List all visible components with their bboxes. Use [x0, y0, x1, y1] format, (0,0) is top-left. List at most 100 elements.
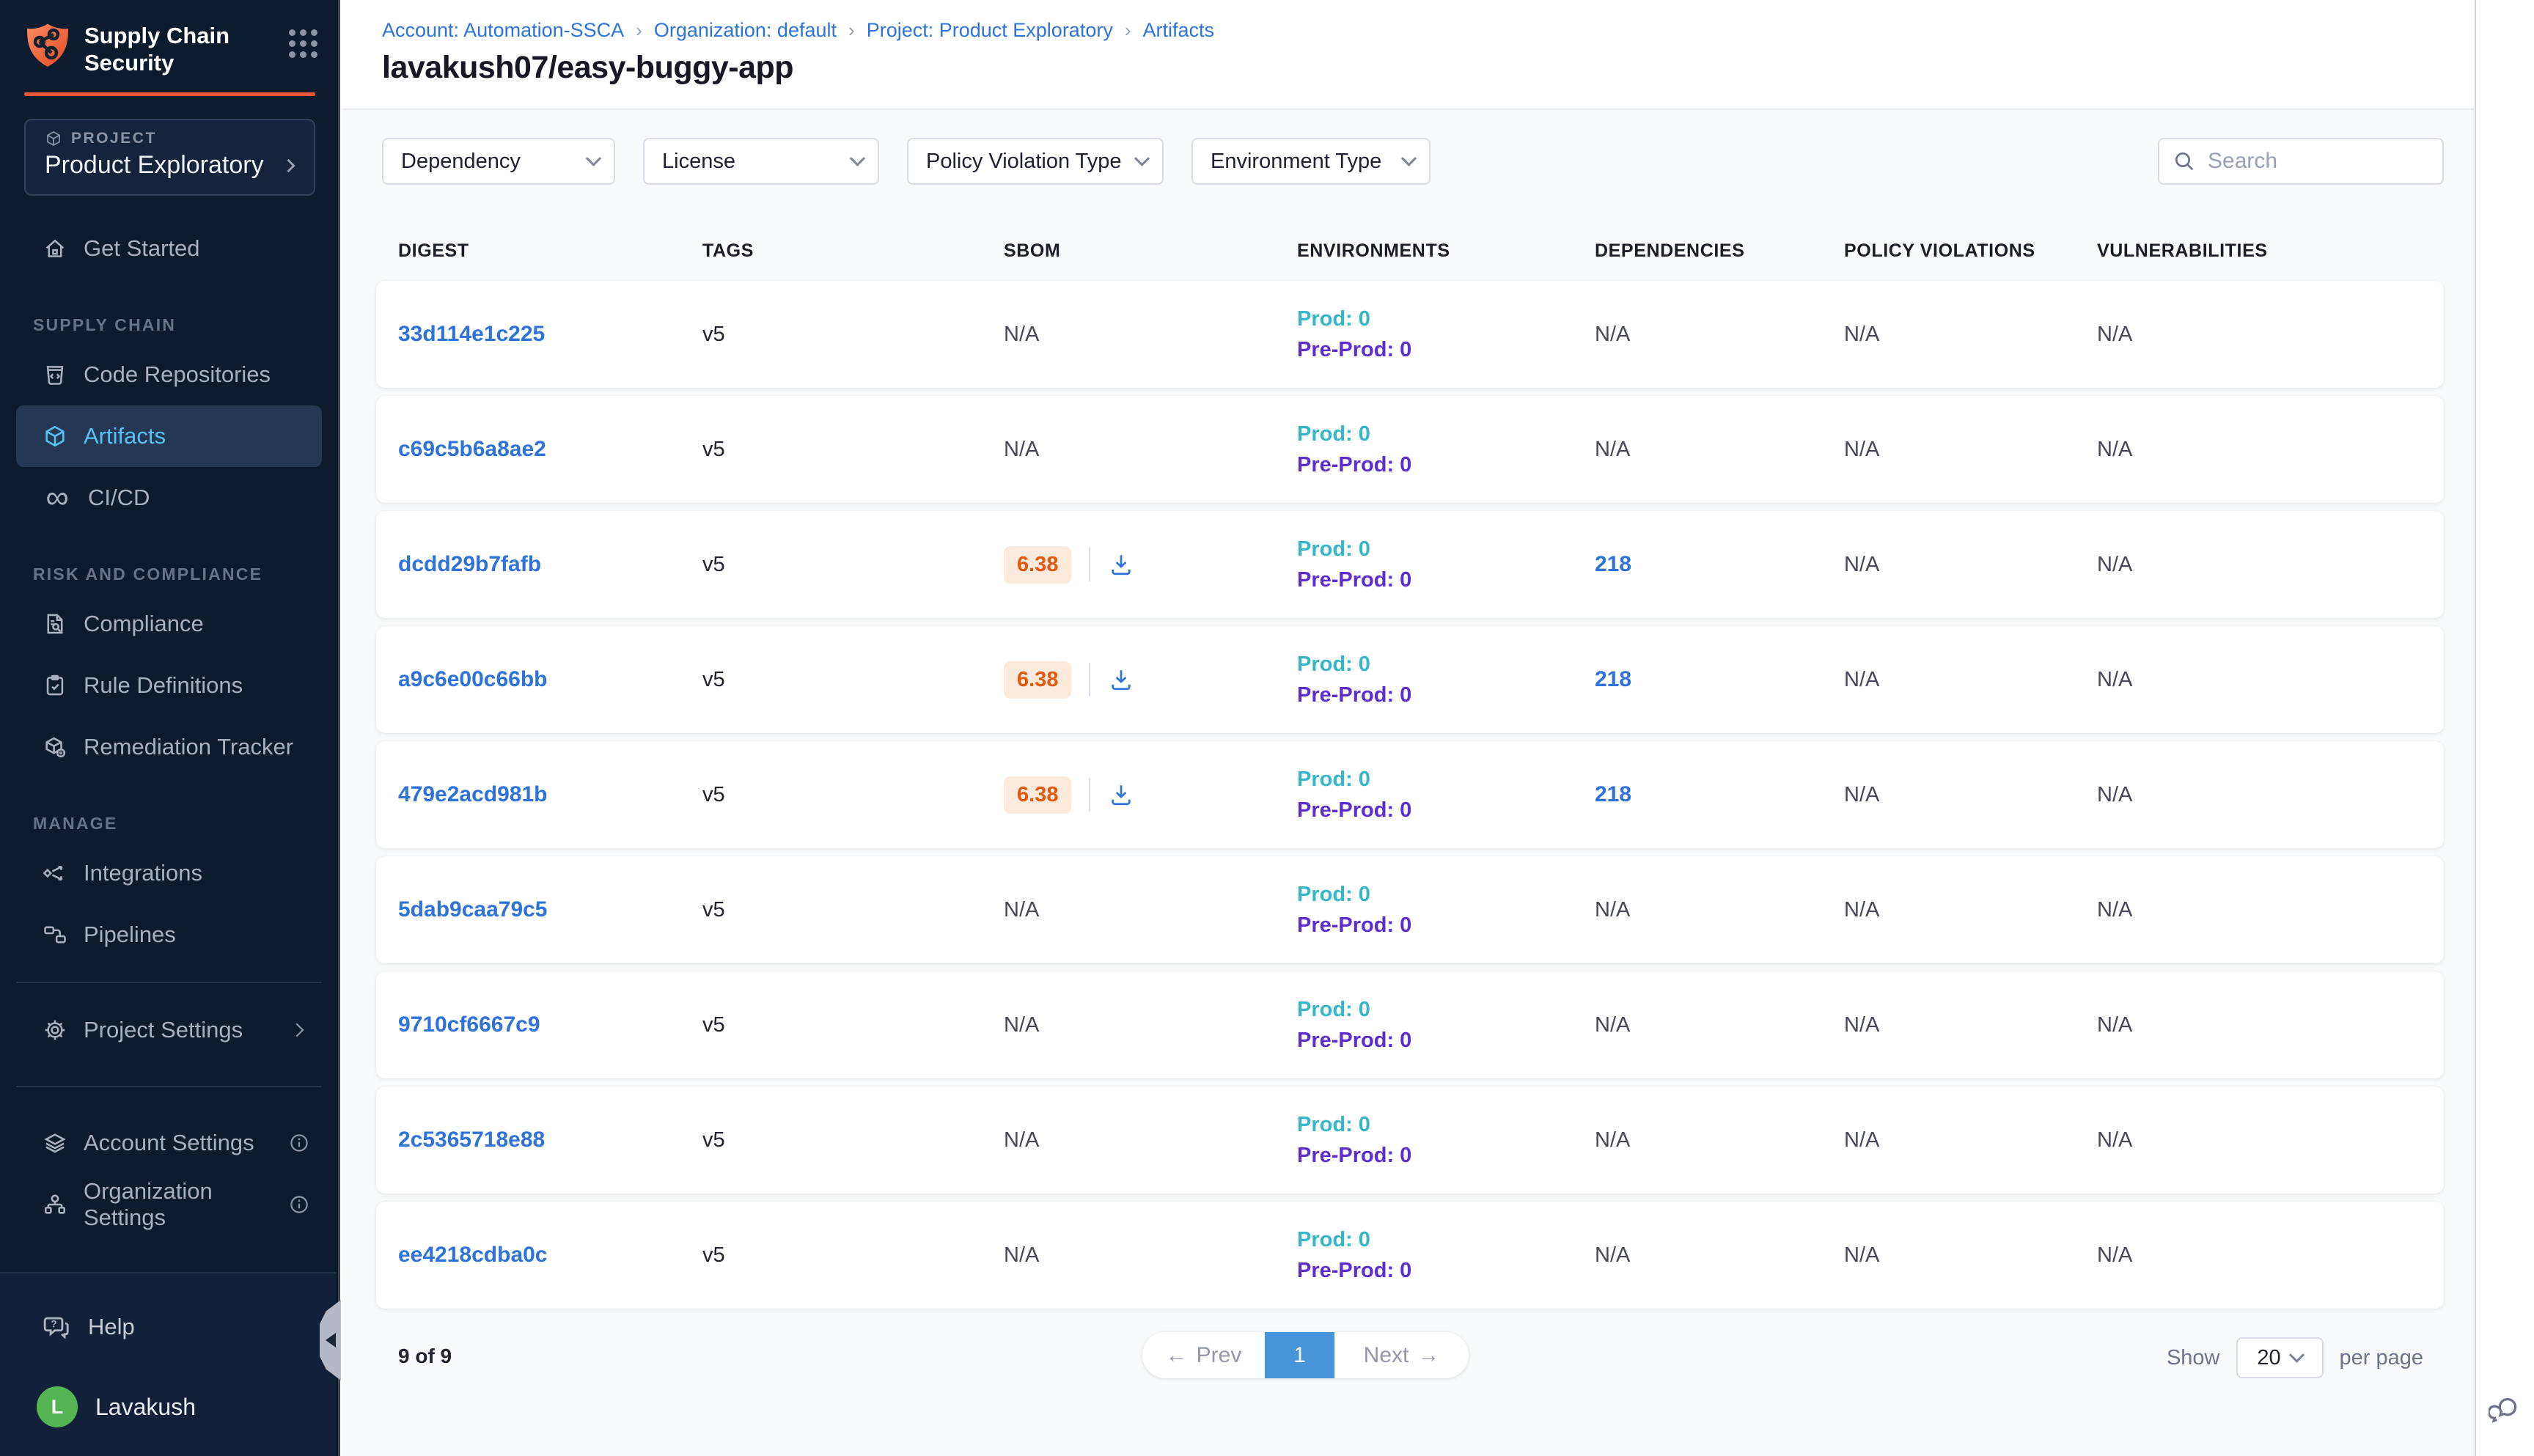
- policy-violations-value: N/A: [1844, 898, 2097, 922]
- nav-section-label: RISK AND COMPLIANCE: [0, 540, 338, 593]
- sbom-download-button[interactable]: [1108, 666, 1134, 693]
- digest-link[interactable]: 33d114e1c225: [398, 322, 545, 346]
- sbom-value: N/A: [1004, 1128, 1039, 1152]
- sidebar-item-label: Integrations: [84, 860, 202, 886]
- breadcrumb-link[interactable]: Organization: default: [654, 19, 837, 42]
- filter-label: License: [662, 150, 735, 174]
- column-header: TAGS: [702, 240, 1004, 262]
- sidebar-divider: [16, 982, 322, 983]
- vulnerabilities-value: N/A: [2097, 1243, 2444, 1268]
- sidebar-item-label: CI/CD: [88, 485, 150, 511]
- column-header: ENVIRONMENTS: [1297, 240, 1595, 262]
- column-header: POLICY VIOLATIONS: [1844, 240, 2097, 262]
- artifacts-table: 33d114e1c225v5N/AProd: 0Pre-Prod: 0N/AN/…: [376, 281, 2444, 1317]
- digest-link[interactable]: a9c6e00c66bb: [398, 667, 548, 691]
- breadcrumb-link[interactable]: Account: Automation-SSCA: [382, 19, 624, 42]
- sidebar-item-remediation-tracker[interactable]: Remediation Tracker: [16, 716, 322, 778]
- search-input[interactable]: [2206, 148, 2429, 174]
- sbom-download-button[interactable]: [1108, 782, 1134, 808]
- filter-dropdown-license[interactable]: License: [643, 138, 879, 185]
- tag-value: v5: [702, 668, 1004, 692]
- sidebar-item-rule-definitions[interactable]: Rule Definitions: [16, 655, 322, 716]
- policy-violations-value: N/A: [1844, 668, 2097, 692]
- sbom-value: N/A: [1004, 1013, 1039, 1037]
- infinity-icon: ∞: [43, 485, 72, 510]
- sidebar-item-cicd[interactable]: ∞ CI/CD: [16, 467, 322, 529]
- policy-violations-value: N/A: [1844, 438, 2097, 462]
- user-name: Lavakush: [95, 1394, 196, 1421]
- sidebar-item-pipelines[interactable]: Pipelines: [16, 904, 322, 966]
- sidebar-item-account-settings[interactable]: Account Settings: [16, 1112, 322, 1174]
- vulnerabilities-value: N/A: [2097, 898, 2444, 922]
- download-icon: [1108, 551, 1134, 578]
- pagination-bar: 9 of 9 ← Prev 1 Next → Show 20 per page: [383, 1327, 2444, 1390]
- digest-link[interactable]: 5dab9caa79c5: [398, 897, 548, 922]
- table-row: a9c6e00c66bb v56.38Prod: 0Pre-Prod: 0218 N…: [376, 626, 2444, 733]
- help-chat-icon: ?: [43, 1313, 70, 1341]
- sidebar-item-project-settings[interactable]: Project Settings: [16, 999, 322, 1061]
- user-menu[interactable]: L Lavakush: [0, 1386, 336, 1427]
- sbom-download-button[interactable]: [1108, 551, 1134, 578]
- support-chat-icon[interactable]: [2489, 1392, 2522, 1430]
- digest-link[interactable]: 479e2acd981b: [398, 782, 548, 806]
- dependencies-link[interactable]: 218: [1595, 552, 1631, 576]
- digest-link[interactable]: dcdd29b7fafb: [398, 552, 541, 576]
- filter-dropdown-policy-violation-type[interactable]: Policy Violation Type: [907, 138, 1164, 185]
- dependencies-link[interactable]: 218: [1595, 667, 1631, 691]
- clipboard-check-icon: [43, 673, 67, 698]
- sidebar-item-artifacts[interactable]: Artifacts: [16, 405, 322, 467]
- sbom-cell: 6.38: [1004, 661, 1297, 699]
- sidebar-item-integrations[interactable]: Integrations: [16, 842, 322, 904]
- project-selector[interactable]: PROJECT Product Exploratory: [24, 119, 315, 196]
- module-grid-icon[interactable]: [289, 29, 317, 58]
- divider: [1089, 778, 1090, 812]
- table-header-row: DIGESTTAGSSBOMENVIRONMENTSDEPENDENCIESPO…: [383, 233, 2444, 268]
- project-label: PROJECT: [71, 130, 157, 147]
- preprod-count: Pre-Prod: 0: [1297, 1259, 1595, 1283]
- environments-cell: Prod: 0Pre-Prod: 0: [1297, 883, 1595, 938]
- sidebar-item-code-repositories[interactable]: Code Repositories: [16, 344, 322, 405]
- digest-link[interactable]: 2c5365718e88: [398, 1128, 545, 1152]
- chevron-right-icon: [288, 1019, 310, 1041]
- digest-link[interactable]: 9710cf6667c9: [398, 1012, 540, 1037]
- search-box[interactable]: [2158, 138, 2444, 185]
- page-number-active[interactable]: 1: [1265, 1332, 1334, 1378]
- right-utility-rail: [2475, 0, 2534, 1456]
- filter-dropdown-dependency[interactable]: Dependency: [382, 138, 615, 185]
- sidebar-item-compliance[interactable]: Compliance: [16, 593, 322, 655]
- environments-cell: Prod: 0Pre-Prod: 0: [1297, 422, 1595, 477]
- prev-page-button[interactable]: ← Prev: [1142, 1332, 1265, 1378]
- sidebar-item-organization-settings[interactable]: Organization Settings: [16, 1174, 322, 1235]
- sidebar-item-label: Code Repositories: [84, 361, 271, 388]
- next-page-button[interactable]: Next →: [1334, 1332, 1469, 1378]
- nav-section-label: SUPPLY CHAIN: [0, 291, 338, 344]
- tag-value: v5: [702, 323, 1004, 347]
- download-icon: [1108, 782, 1134, 808]
- sidebar-item-get-started[interactable]: Get Started: [16, 218, 322, 279]
- tag-value: v5: [702, 1013, 1004, 1037]
- page-title: lavakush07/easy-buggy-app: [382, 50, 2475, 86]
- app-window: Supply ChainSecurity PROJECT Product Exp…: [0, 0, 2534, 1456]
- breadcrumb: Account: Automation-SSCA›Organization: d…: [382, 19, 2475, 42]
- sidebar-item-label: Remediation Tracker: [84, 734, 293, 760]
- sbom-cell: 6.38: [1004, 776, 1297, 814]
- digest-link[interactable]: ee4218cdba0c: [398, 1243, 548, 1267]
- pipelines-icon: [43, 922, 67, 947]
- policy-violations-value: N/A: [1844, 1128, 2097, 1152]
- filter-dropdown-environment-type[interactable]: Environment Type: [1191, 138, 1431, 185]
- help-button[interactable]: ? Help: [0, 1303, 336, 1351]
- page-size-select[interactable]: 20: [2236, 1337, 2324, 1378]
- digest-link[interactable]: c69c5b6a8ae2: [398, 437, 546, 461]
- vulnerabilities-value: N/A: [2097, 323, 2444, 347]
- avatar: L: [37, 1386, 78, 1427]
- policy-violations-value: N/A: [1844, 553, 2097, 577]
- prod-count: Prod: 0: [1297, 1113, 1595, 1137]
- dependencies-link[interactable]: 218: [1595, 782, 1631, 806]
- pagination-summary: 9 of 9: [398, 1345, 452, 1368]
- help-label: Help: [88, 1314, 135, 1340]
- breadcrumb-link[interactable]: Project: Product Exploratory: [867, 19, 1113, 42]
- preprod-count: Pre-Prod: 0: [1297, 453, 1595, 477]
- preprod-count: Pre-Prod: 0: [1297, 798, 1595, 823]
- breadcrumb-link[interactable]: Artifacts: [1143, 19, 1215, 42]
- environments-cell: Prod: 0Pre-Prod: 0: [1297, 652, 1595, 707]
